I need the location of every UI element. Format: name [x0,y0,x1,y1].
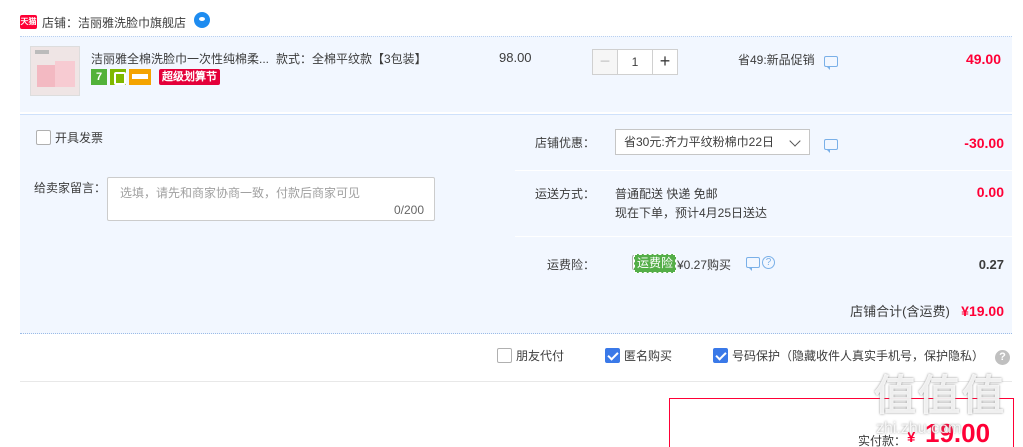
coupon-amount: -30.00 [964,135,1004,151]
quantity-stepper: − 1 + [592,49,678,75]
seven-day-return-icon[interactable]: 7 [91,69,107,85]
watermark-logo: 值值值 [874,372,1007,419]
qty-minus-button[interactable]: − [592,49,618,75]
shop-total-value: ¥19.00 [961,303,1004,319]
order-item-row: 洁丽雅全棉洗脸巾一次性纯棉柔... 款式：全棉平纹款【3包装】 7 超级划算节 … [20,36,1012,112]
message-placeholder: 选填，请先和商家协商一致，付款后商家可见 [120,186,361,200]
order-fees-panel: 店铺优惠： 省30元:齐力平纹粉棉巾22日 -30.00 运送方式： 普通配送 … [515,115,1012,281]
promotion-info-icon[interactable] [824,56,838,70]
order-detail-section: 开具发票 给卖家留言： 选填，请先和商家协商一致，付款后商家可见 0/200 店… [20,114,1012,334]
help-icon[interactable]: ? [762,256,775,269]
credit-card-icon[interactable] [129,69,151,85]
shop-total-label: 店铺合计(含运费) [850,304,950,319]
product-title-link[interactable]: 洁丽雅全棉洗脸巾一次性纯棉柔... [91,50,271,67]
coupon-label: 店铺优惠： [534,136,595,150]
tmall-icon: 天猫 [20,15,37,29]
qty-plus-button[interactable]: + [652,49,678,75]
promo-badge: 超级划算节 [159,69,220,85]
chevron-down-icon [789,135,801,147]
anonymous-option[interactable]: 匿名购买 [605,347,672,364]
friend-pay-label: 朋友代付 [516,349,565,363]
product-thumbnail[interactable] [30,46,80,96]
friend-pay-checkbox[interactable] [497,348,512,363]
friend-pay-option[interactable]: 朋友代付 [497,347,564,364]
item-subtotal: 49.00 [965,51,1001,67]
insurance-tag: 运费险 [634,254,677,273]
number-protect-checkbox[interactable] [713,348,728,363]
shop-header: 天猫 店铺： 洁丽雅洗脸巾旗舰店 [20,12,211,32]
shipping-fee: 0.00 [976,184,1004,200]
invoice-label: 开具发票 [55,131,104,145]
anonymous-checkbox[interactable] [605,348,620,363]
unit-price: 98.00 [499,50,532,65]
anonymous-label: 匿名购买 [624,349,673,363]
invoice-option[interactable]: 开具发票 [36,129,103,146]
shipping-label: 运送方式： [534,187,595,201]
seller-message-input[interactable]: 选填，请先和商家协商一致，付款后商家可见 0/200 [107,177,435,221]
insurance-price: ¥0.27购买 [677,258,732,272]
checkout-options: 朋友代付 匿名购买 号码保护（隐藏收件人真实手机号，保护隐私） ? [0,347,1023,369]
coupon-info-icon[interactable] [824,139,838,153]
shop-name-link[interactable]: 洁丽雅洗脸巾旗舰店 [78,14,186,31]
insurance-info-icons: ? [746,256,775,271]
insurance-fee: 0.27 [978,257,1004,272]
watermark-url: zhi.zhu.com [876,420,962,437]
service-badges: 7 超级划算节 [91,69,220,85]
message-label: 给卖家留言： [34,181,107,195]
divider [20,381,1012,382]
coupon-select[interactable]: 省30元:齐力平纹粉棉巾22日 [615,129,810,155]
chat-icon[interactable] [194,12,211,28]
item-promotion: 省49:新品促销 [738,53,815,67]
insurance-info-icon[interactable] [746,257,760,271]
guarantee-icon[interactable] [110,69,126,85]
coupon-selected-value: 省30元:齐力平纹粉棉巾22日 [624,135,775,149]
product-sku: 款式：全棉平纹款【3包装】 [276,52,427,66]
buyer-options-panel: 开具发票 给卖家留言： 选填，请先和商家协商一致，付款后商家可见 0/200 [20,115,515,281]
shop-total: 店铺合计(含运费) ¥19.00 [850,301,1004,320]
insurance-label: 运费险： [546,258,595,272]
shipping-info: 普通配送 快递 免邮 现在下单，预计4月25日送达 [615,185,767,223]
shipping-eta: 现在下单，预计4月25日送达 [615,206,768,220]
qty-input[interactable]: 1 [618,49,652,75]
shipping-method: 普通配送 快递 免邮 [615,187,718,201]
invoice-checkbox[interactable] [36,130,51,145]
shop-label: 店铺： [42,15,79,30]
message-counter: 0/200 [393,203,424,217]
